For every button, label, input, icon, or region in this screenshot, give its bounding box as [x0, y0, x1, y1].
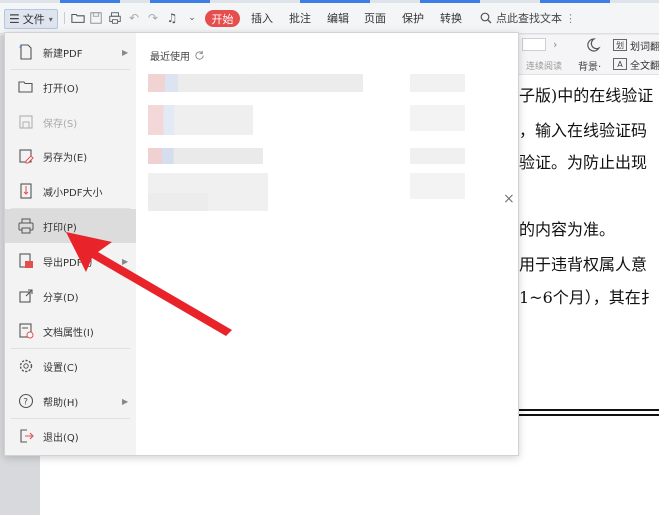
quick-access-dropdown[interactable]: ⌄ — [184, 9, 200, 27]
print-toolbar-button[interactable] — [107, 9, 123, 27]
tab-start[interactable]: 开始 — [205, 10, 240, 27]
document-text-line: ，输入在线验证码 — [519, 121, 648, 140]
folder-open-icon — [18, 79, 34, 95]
page-number-input[interactable] — [522, 38, 546, 51]
undo-button[interactable]: ↶ — [126, 9, 142, 27]
new-pdf-icon: * — [18, 44, 34, 60]
top-toolbar: ☰ 文件 ▾ ↶ ↷ ♫ ⌄ 开始 插入 批注 编辑 页面 保护 转换 点此查找… — [0, 0, 659, 34]
save-icon — [88, 10, 104, 26]
tab-protect[interactable]: 保护 — [402, 9, 424, 27]
translate-full-button[interactable]: 全文翻 — [630, 57, 659, 72]
save-as-icon — [18, 148, 34, 164]
help-icon: ? — [18, 393, 34, 409]
translate-word-button[interactable]: 划词翻 — [630, 38, 659, 53]
chevron-right-icon[interactable]: › — [553, 38, 557, 51]
read-aloud-button[interactable]: ♫ — [164, 9, 180, 27]
export-pdf-icon — [18, 253, 34, 269]
menu-item-exit[interactable]: 退出(Q) — [5, 419, 136, 453]
chevron-right-icon: ▶ — [122, 47, 129, 57]
document-text-line: 用于违背权属人意 — [519, 255, 648, 274]
menu-item-save[interactable]: 保存(S) — [5, 105, 136, 139]
menu-item-export-pdf[interactable]: 导出PDF为 ▶ — [5, 244, 136, 278]
svg-text:*: * — [19, 45, 22, 52]
background-button[interactable]: 背景· — [578, 58, 601, 73]
translate-word-icon: 划 — [613, 39, 627, 51]
chevron-right-icon: ▶ — [122, 256, 129, 266]
search-icon — [480, 12, 492, 24]
tab-convert[interactable]: 转换 — [440, 9, 462, 27]
continuous-read-button[interactable]: 连续阅读 — [526, 59, 562, 72]
menu-item-open[interactable]: 打开(O) — [5, 70, 136, 104]
share-icon — [18, 288, 34, 304]
divider — [519, 414, 659, 416]
menu-item-document-properties[interactable]: 文档属性(I) — [5, 314, 136, 348]
chevron-down-icon: ⌄ — [188, 13, 196, 23]
divider — [519, 409, 659, 411]
menu-item-help[interactable]: ? 帮助(H) ▶ — [5, 384, 136, 418]
menu-item-reduce-pdf-size[interactable]: 减小PDF大小 — [5, 174, 136, 208]
file-menu-dropdown: * 新建PDF ▶ 打开(O) 保存(S) 另存为(E) 减小PDF大小 打印(… — [4, 32, 519, 456]
search-box[interactable]: 点此查找文本 ⋮ — [480, 9, 576, 27]
folder-icon — [70, 10, 86, 26]
gear-icon — [18, 358, 34, 374]
tab-insert[interactable]: 插入 — [251, 9, 273, 27]
menu-item-print[interactable]: 打印(P) — [5, 209, 136, 243]
more-icon: ⋮ — [565, 11, 576, 25]
tab-page[interactable]: 页面 — [364, 9, 386, 27]
chevron-right-icon: ▶ — [122, 396, 129, 406]
save-toolbar-button[interactable] — [88, 9, 104, 27]
printer-icon — [18, 218, 34, 234]
close-icon[interactable]: × — [503, 191, 515, 207]
menu-item-settings[interactable]: 设置(C) — [5, 349, 136, 383]
recent-files-title: 最近使用 — [150, 48, 205, 63]
music-note-icon: ♫ — [166, 11, 178, 25]
save-icon — [18, 114, 34, 130]
document-text-line: 子版)中的在线验证 — [519, 86, 654, 105]
hamburger-icon: ☰ — [9, 12, 20, 26]
translate-full-icon: A — [613, 58, 627, 70]
chevron-down-icon: ▾ — [48, 14, 53, 24]
compress-icon — [18, 183, 34, 199]
menu-item-new-pdf[interactable]: * 新建PDF ▶ — [5, 35, 136, 69]
printer-icon — [107, 10, 123, 26]
document-text-line: 1~6个月），其在扌 — [519, 288, 657, 307]
svg-text:?: ? — [23, 398, 28, 408]
refresh-icon[interactable] — [194, 50, 205, 61]
document-text-line: 的内容为准。 — [519, 220, 616, 239]
properties-icon — [18, 323, 34, 339]
tab-comment[interactable]: 批注 — [289, 9, 311, 27]
undo-icon: ↶ — [128, 11, 140, 25]
redo-icon: ↷ — [147, 11, 159, 25]
menu-item-save-as[interactable]: 另存为(E) — [5, 139, 136, 173]
file-menu-list: * 新建PDF ▶ 打开(O) 保存(S) 另存为(E) 减小PDF大小 打印(… — [5, 33, 136, 455]
file-menu-button[interactable]: ☰ 文件 ▾ — [4, 9, 58, 29]
open-file-button[interactable] — [70, 9, 86, 27]
menu-item-share[interactable]: 分享(D) — [5, 279, 136, 313]
window-tab-strip — [0, 0, 659, 3]
moon-icon[interactable] — [583, 36, 601, 54]
document-text-line: 验证。为防止出现 — [519, 153, 648, 172]
redo-button[interactable]: ↷ — [145, 9, 161, 27]
tab-edit[interactable]: 编辑 — [327, 9, 349, 27]
exit-icon — [18, 428, 34, 444]
